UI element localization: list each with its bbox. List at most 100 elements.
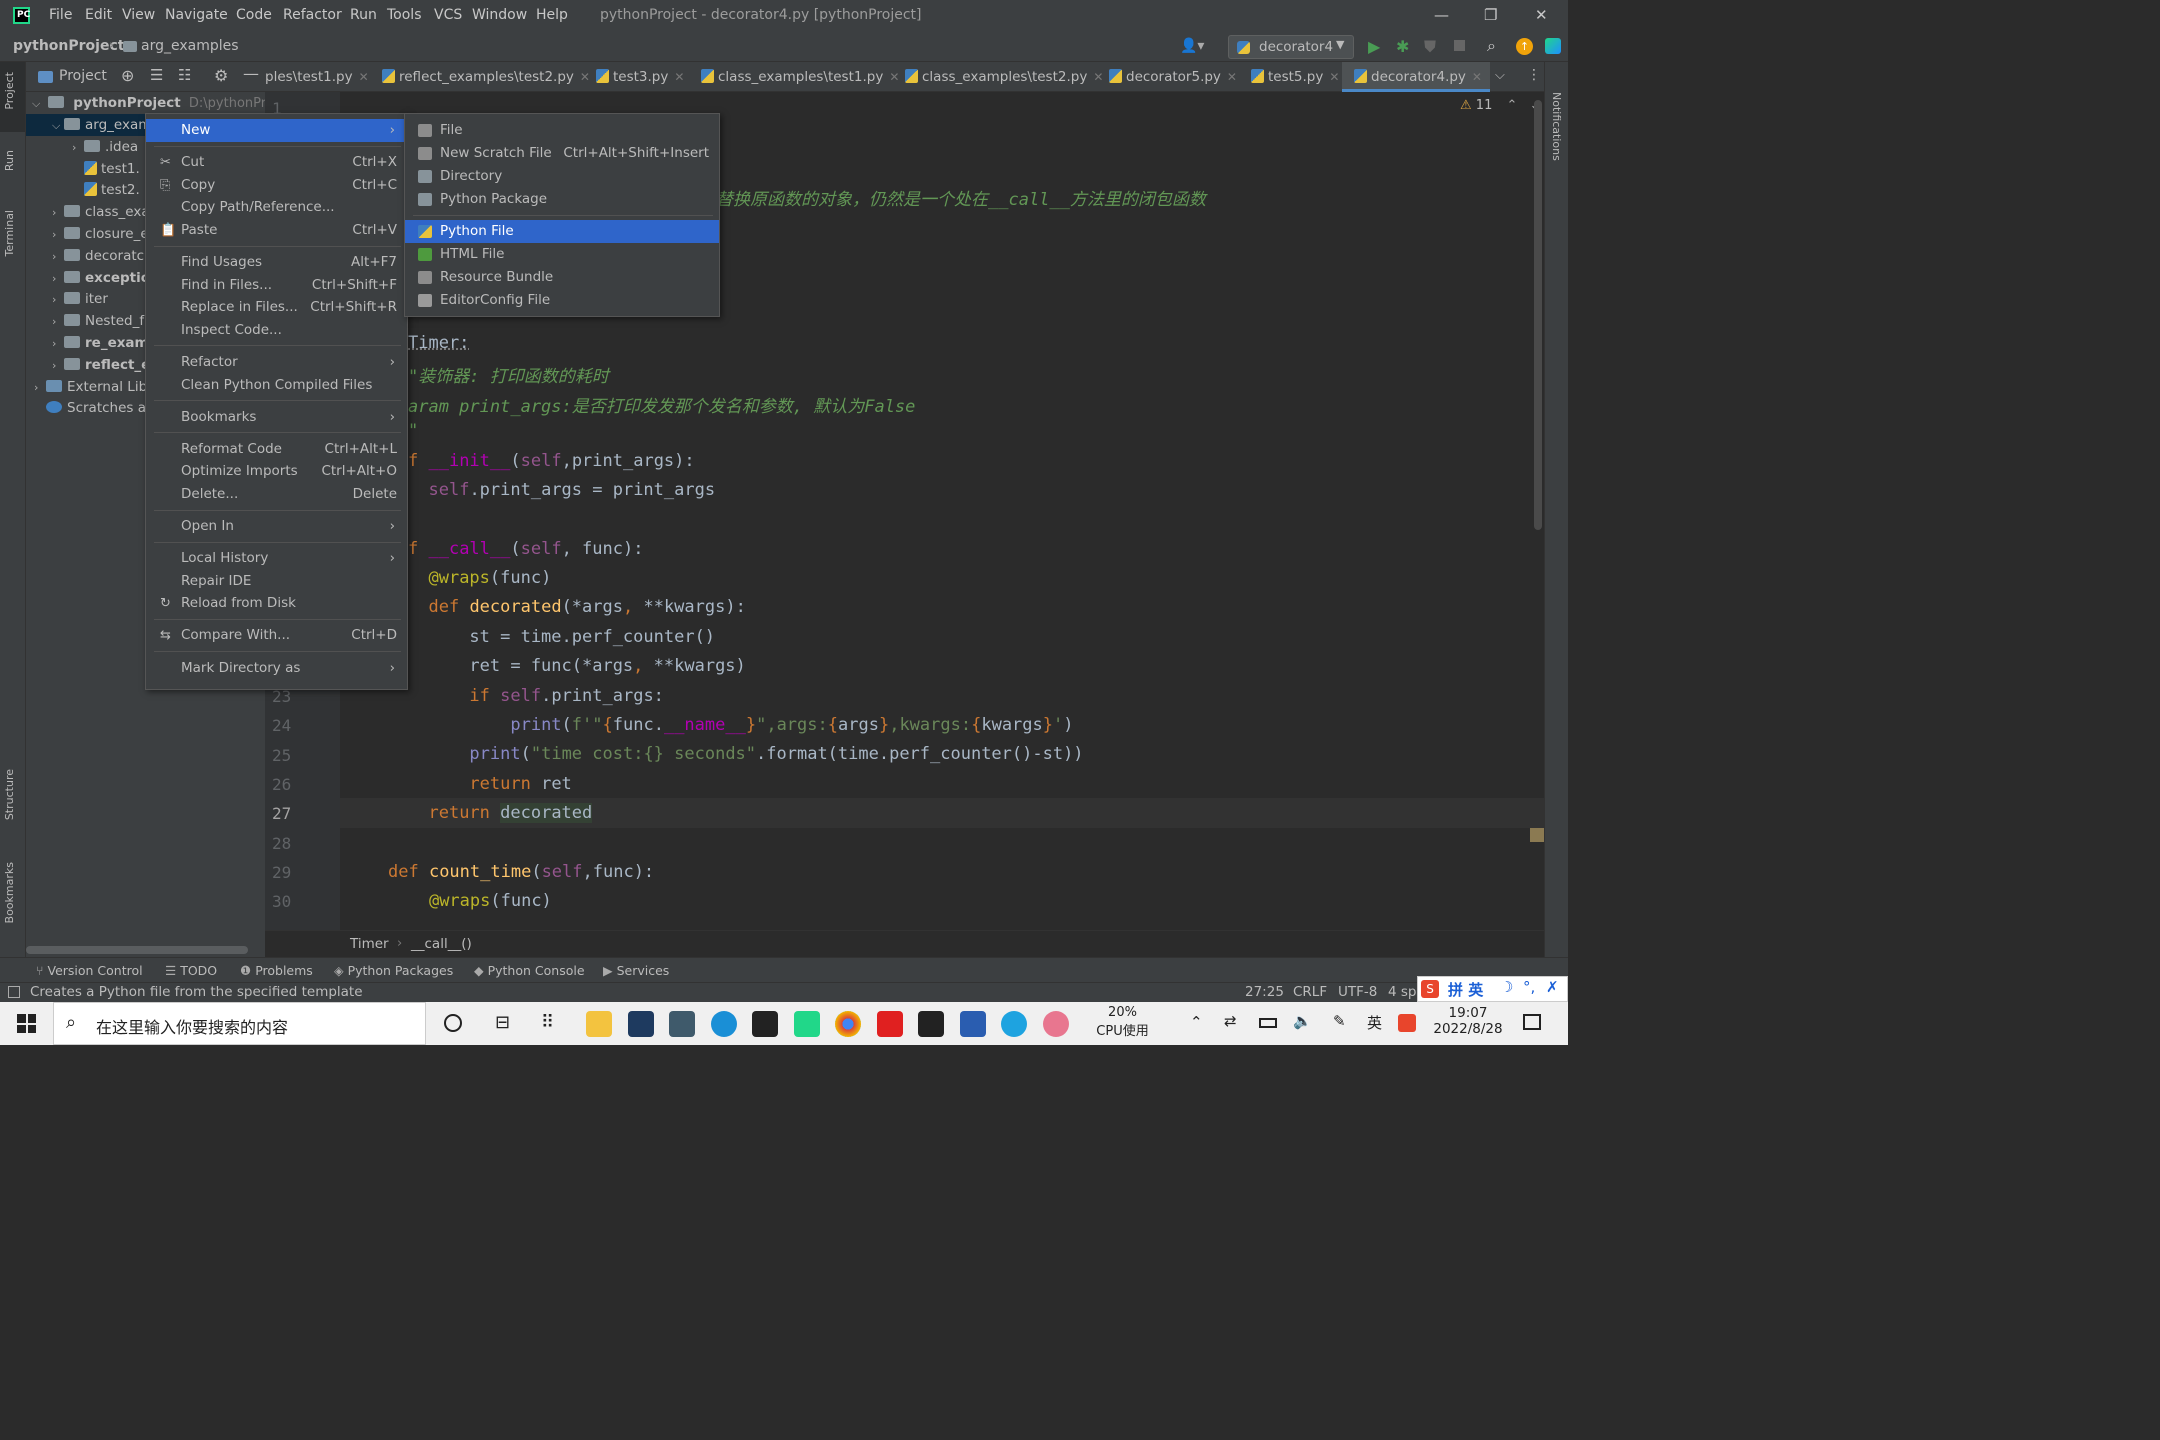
sogou-tray-icon[interactable]: [1398, 1014, 1416, 1032]
run-icon[interactable]: ▶: [1368, 37, 1380, 56]
editor-tab[interactable]: test5.py ✕: [1247, 62, 1339, 92]
menu-code[interactable]: Code: [236, 7, 272, 23]
close-tab-icon[interactable]: ✕: [889, 70, 899, 84]
context-menu-item-compare-with[interactable]: ⇆ Compare With... Ctrl+D: [146, 624, 407, 647]
update-icon[interactable]: ↑: [1516, 38, 1533, 55]
close-button[interactable]: ✕: [1535, 6, 1548, 24]
network-icon[interactable]: ⇄: [1224, 1012, 1237, 1030]
chevron-right-icon[interactable]: ›: [52, 355, 64, 376]
ime-indicator[interactable]: 英: [1367, 1012, 1382, 1033]
chevron-right-icon[interactable]: ›: [52, 268, 64, 289]
close-tab-icon[interactable]: ✕: [674, 70, 684, 84]
app-icon[interactable]: [669, 1011, 695, 1037]
context-menu-item-mark-directory-as[interactable]: Mark Directory as ›: [146, 657, 407, 680]
tool-tab-run[interactable]: Run: [3, 150, 16, 171]
menu-view[interactable]: View: [122, 7, 155, 23]
app-icon[interactable]: [1043, 1011, 1069, 1037]
tool-window-version-control[interactable]: ⑂ Version Control: [36, 963, 143, 978]
app-icon[interactable]: [628, 1011, 654, 1037]
stop-icon[interactable]: [1454, 40, 1465, 51]
chevron-right-icon[interactable]: ›: [52, 246, 64, 267]
hide-panel-icon[interactable]: —: [243, 64, 259, 83]
context-menu-item-find-usages[interactable]: Find Usages Alt+F7: [146, 251, 407, 274]
menu-file[interactable]: File: [49, 7, 72, 23]
context-menu-item-copy[interactable]: ⎘ Copy Ctrl+C: [146, 174, 407, 197]
collapse-all-icon[interactable]: ☷: [178, 66, 191, 84]
menu-run[interactable]: Run: [350, 7, 377, 23]
tool-tab-terminal[interactable]: Terminal: [3, 210, 16, 257]
nav-folder[interactable]: arg_examples: [141, 38, 239, 54]
chevron-right-icon[interactable]: ›: [52, 224, 64, 245]
context-menu-item-copy-path-reference[interactable]: Copy Path/Reference...: [146, 196, 407, 219]
new-submenu-item-html-file[interactable]: HTML File: [405, 243, 719, 266]
context-menu-item-find-in-files[interactable]: Find in Files... Ctrl+Shift+F: [146, 274, 407, 297]
ime-toolbar[interactable]: S 拼 英 ☽ °, ✗: [1417, 976, 1568, 1002]
editor-tab[interactable]: decorator5.py ✕: [1105, 62, 1237, 92]
chevron-up-icon[interactable]: ⌃: [1190, 1013, 1203, 1031]
volume-icon[interactable]: 🔈: [1293, 1012, 1312, 1030]
context-menu-item-reformat-code[interactable]: Reformat Code Ctrl+Alt+L: [146, 438, 407, 461]
chrome-icon[interactable]: [835, 1011, 861, 1037]
menu-refactor[interactable]: Refactor: [283, 7, 342, 23]
close-tab-icon[interactable]: ✕: [359, 70, 369, 84]
restore-button[interactable]: ❐: [1484, 6, 1497, 24]
editor-scrollbar[interactable]: [1534, 100, 1542, 530]
tool-window-services[interactable]: ▶ Services: [603, 963, 669, 978]
settings-gear-icon[interactable]: ⚙: [214, 66, 228, 85]
chevron-right-icon[interactable]: ›: [52, 289, 64, 310]
pycharm-icon[interactable]: [794, 1011, 820, 1037]
app-icon[interactable]: [960, 1011, 986, 1037]
cortana-icon[interactable]: [444, 1014, 462, 1032]
line-ending[interactable]: CRLF: [1293, 984, 1327, 1000]
encoding[interactable]: UTF-8: [1338, 984, 1377, 1000]
menu-navigate[interactable]: Navigate: [165, 7, 228, 23]
context-menu-item-refactor[interactable]: Refactor ›: [146, 351, 407, 374]
context-menu-item-repair-ide[interactable]: Repair IDE: [146, 570, 407, 593]
breadcrumb-class[interactable]: Timer: [350, 936, 389, 952]
battery-icon[interactable]: [1259, 1018, 1277, 1028]
close-tab-icon[interactable]: ✕: [1329, 70, 1339, 84]
edge-icon[interactable]: [711, 1011, 737, 1037]
chevron-right-icon[interactable]: ›: [52, 202, 64, 223]
context-menu-item-new[interactable]: New ›: [146, 119, 407, 142]
tool-tab-notifications[interactable]: Notifications: [1550, 92, 1563, 161]
run-config-select[interactable]: decorator4 ▼: [1228, 35, 1354, 59]
editor-tab[interactable]: test3.py ✕: [592, 62, 684, 92]
apps-icon[interactable]: ⠿: [541, 1012, 554, 1033]
context-menu-item-paste[interactable]: 📋 Paste Ctrl+V: [146, 219, 407, 242]
tool-window-todo[interactable]: ☰ TODO: [165, 963, 217, 978]
chevron-down-icon[interactable]: ⌵: [52, 115, 64, 136]
tool-window-problems[interactable]: ❶ Problems: [240, 963, 313, 978]
menu-edit[interactable]: Edit: [85, 7, 112, 23]
context-menu-item-optimize-imports[interactable]: Optimize Imports Ctrl+Alt+O: [146, 460, 407, 483]
more-icon[interactable]: ⋮: [1527, 67, 1541, 83]
tool-tab-structure[interactable]: Structure: [3, 769, 16, 820]
context-menu-item-cut[interactable]: ✂ Cut Ctrl+X: [146, 151, 407, 174]
chevron-right-icon[interactable]: ›: [52, 311, 64, 332]
context-menu-item-bookmarks[interactable]: Bookmarks ›: [146, 406, 407, 429]
indent-setting[interactable]: 4 sp: [1388, 984, 1416, 1000]
new-submenu-item-python-file[interactable]: Python File: [405, 220, 719, 244]
user-icon[interactable]: 👤▾: [1180, 38, 1204, 54]
new-submenu-item-editorconfig-file[interactable]: EditorConfig File: [405, 289, 719, 312]
project-panel-title[interactable]: Project: [59, 68, 107, 84]
caret-position[interactable]: 27:25: [1245, 984, 1284, 1000]
new-submenu-item-file[interactable]: File: [405, 119, 719, 142]
project-root-row[interactable]: ⌵ pythonProject D:\pythonProje: [26, 92, 265, 114]
menu-window[interactable]: Window: [472, 7, 527, 23]
new-submenu-item-resource-bundle[interactable]: Resource Bundle: [405, 266, 719, 289]
menu-tools[interactable]: Tools: [387, 7, 422, 23]
context-menu-item-replace-in-files[interactable]: Replace in Files... Ctrl+Shift+R: [146, 296, 407, 319]
video-icon[interactable]: [918, 1011, 944, 1037]
editor-tab[interactable]: class_examples\test2.py ✕: [901, 62, 1103, 92]
locate-icon[interactable]: ⊕: [121, 66, 134, 85]
search-icon[interactable]: ⌕: [1487, 36, 1496, 56]
context-menu-item-open-in[interactable]: Open In ›: [146, 515, 407, 538]
youdao-icon[interactable]: [877, 1011, 903, 1037]
tool-window-python-console[interactable]: ◆ Python Console: [474, 963, 585, 978]
pen-icon[interactable]: ✎: [1333, 1012, 1346, 1030]
windows-start-icon[interactable]: [17, 1014, 36, 1033]
expand-all-icon[interactable]: ☰: [150, 66, 163, 84]
new-submenu-item-new-scratch-file[interactable]: New Scratch File Ctrl+Alt+Shift+Insert: [405, 142, 719, 165]
tool-tab-bookmarks[interactable]: Bookmarks: [3, 862, 16, 923]
